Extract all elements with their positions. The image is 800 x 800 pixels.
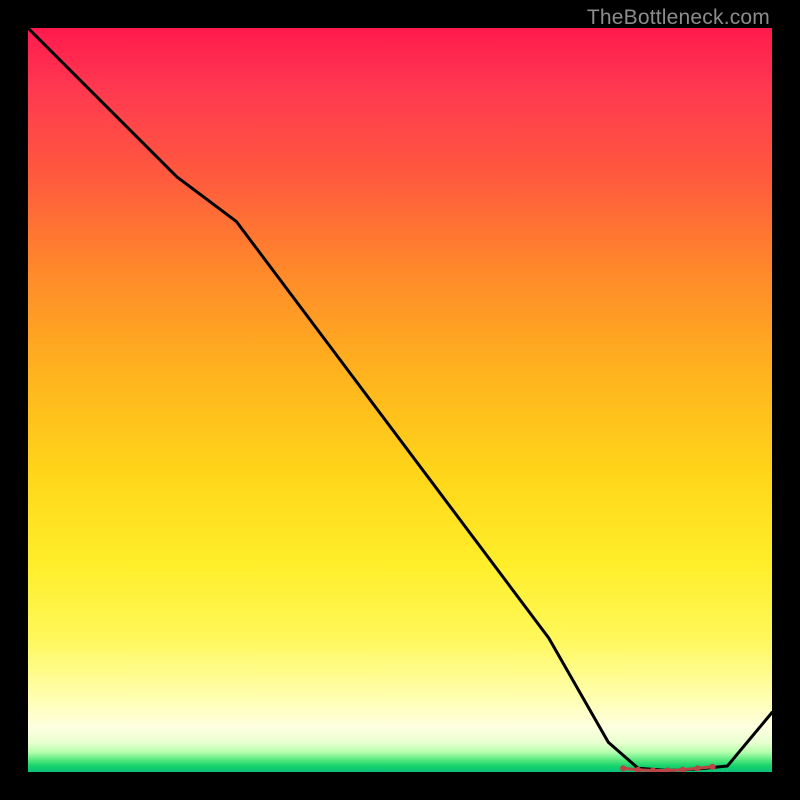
chart-stage: TheBottleneck.com	[0, 0, 800, 800]
plot-area	[28, 28, 772, 772]
min-marker-dot	[665, 768, 670, 772]
min-marker-dot	[695, 766, 700, 771]
min-marker-dot	[621, 766, 626, 771]
plot-frame	[28, 28, 772, 772]
bottleneck-curve	[28, 28, 772, 772]
watermark-label: TheBottleneck.com	[587, 6, 770, 30]
min-marker-dot	[636, 767, 641, 772]
min-marker-dot	[710, 764, 715, 769]
min-marker-dot	[680, 767, 685, 772]
min-marker-dot	[650, 768, 655, 772]
